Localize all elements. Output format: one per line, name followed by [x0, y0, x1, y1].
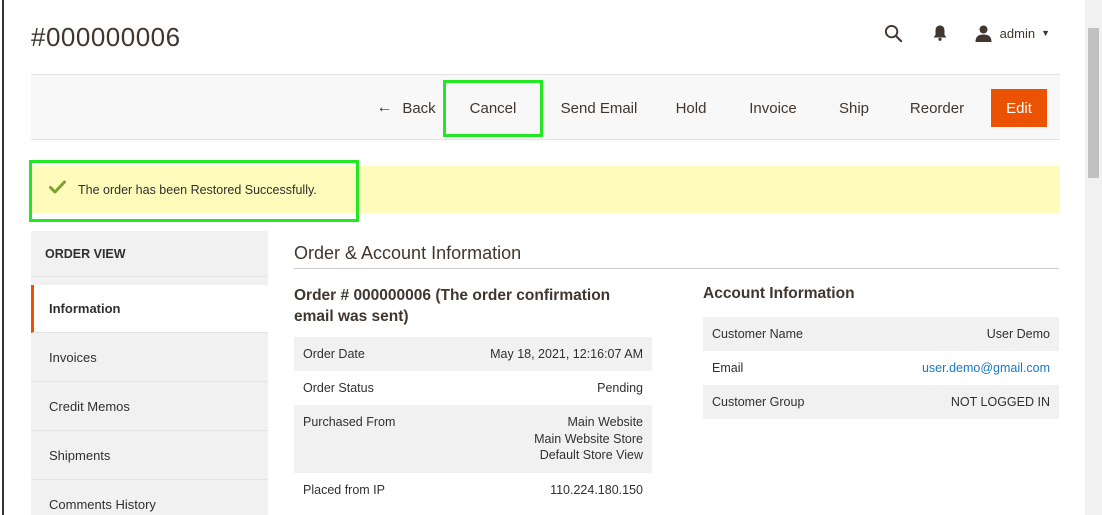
section-divider — [294, 268, 1059, 269]
ship-button[interactable]: Ship — [834, 89, 874, 127]
order-view-sidebar: ORDER VIEW Information Invoices Credit M… — [31, 231, 268, 515]
sidebar-item-invoices[interactable]: Invoices — [31, 334, 268, 382]
order-title: Order # 000000006 (The order confirmatio… — [294, 287, 611, 325]
account-info-table: Customer Name User Demo Email user.demo@… — [703, 317, 1059, 419]
search-icon[interactable] — [883, 22, 905, 44]
row-label: Customer Group — [712, 395, 805, 409]
admin-user-menu[interactable]: admin ▼ — [975, 25, 1050, 42]
sidebar-heading: ORDER VIEW — [31, 231, 268, 277]
row-value-line: Main Website Store — [534, 431, 643, 446]
row-label: Email — [712, 361, 744, 375]
row-value: 110.224.180.150 — [550, 482, 643, 497]
back-button[interactable]: ← Back — [371, 89, 441, 127]
user-icon — [975, 25, 992, 42]
header-actions: admin ▼ — [883, 22, 1050, 44]
row-label: Customer Name — [712, 327, 803, 341]
account-title: Account Information — [703, 285, 855, 302]
scrollbar-thumb[interactable] — [1088, 28, 1099, 178]
table-row: Email user.demo@gmail.com — [703, 351, 1059, 385]
row-value: May 18, 2021, 12:16:07 AM — [490, 347, 643, 361]
order-info-table: Order Date May 18, 2021, 12:16:07 AM Ord… — [294, 337, 652, 507]
row-label: Purchased From — [303, 415, 396, 429]
section-title: Order & Account Information — [294, 243, 522, 263]
sidebar-item-shipments[interactable]: Shipments — [31, 432, 268, 480]
bell-icon[interactable] — [929, 22, 951, 44]
window-edge — [2, 0, 4, 515]
row-label: Placed from IP — [303, 482, 385, 497]
table-row: Order Status Pending — [294, 371, 652, 405]
sidebar-item-information[interactable]: Information — [31, 285, 268, 333]
arrow-left-icon: ← — [376, 99, 393, 116]
row-value: Pending — [597, 381, 643, 395]
sidebar-item-comments-history[interactable]: Comments History — [31, 481, 268, 515]
edit-button[interactable]: Edit — [991, 89, 1047, 127]
email-link[interactable]: user.demo@gmail.com — [922, 360, 1050, 376]
scrollbar-track[interactable] — [1085, 0, 1102, 515]
row-label: Order Status — [303, 381, 374, 395]
row-label: Order Date — [303, 347, 365, 361]
row-value-line: Default Store View — [539, 448, 643, 462]
message-highlight-box — [29, 160, 359, 222]
back-label: Back — [402, 99, 436, 117]
send-email-button[interactable]: Send Email — [554, 89, 644, 127]
row-value-line: Main Website — [567, 415, 644, 429]
invoice-button[interactable]: Invoice — [743, 89, 803, 127]
sidebar-item-credit-memos[interactable]: Credit Memos — [31, 383, 268, 431]
table-row: Purchased From Main Website Main Website… — [294, 405, 652, 473]
row-value: User Demo — [986, 327, 1050, 341]
row-value: Main Website Main Website Store Default … — [534, 414, 643, 464]
table-row: Customer Group NOT LOGGED IN — [703, 385, 1059, 419]
chevron-down-icon: ▼ — [1041, 28, 1050, 38]
table-row: Customer Name User Demo — [703, 317, 1059, 351]
table-row: Order Date May 18, 2021, 12:16:07 AM — [294, 337, 652, 371]
page-title: #000000006 — [31, 22, 181, 52]
admin-username: admin — [999, 25, 1036, 41]
reorder-button[interactable]: Reorder — [906, 89, 968, 127]
table-row: Placed from IP 110.224.180.150 — [294, 473, 652, 507]
row-value: NOT LOGGED IN — [950, 395, 1050, 409]
hold-button[interactable]: Hold — [669, 89, 713, 127]
cancel-highlight-box — [443, 80, 543, 137]
page-actions-bar: ← Back Cancel Send Email Hold Invoice Sh… — [31, 74, 1060, 140]
